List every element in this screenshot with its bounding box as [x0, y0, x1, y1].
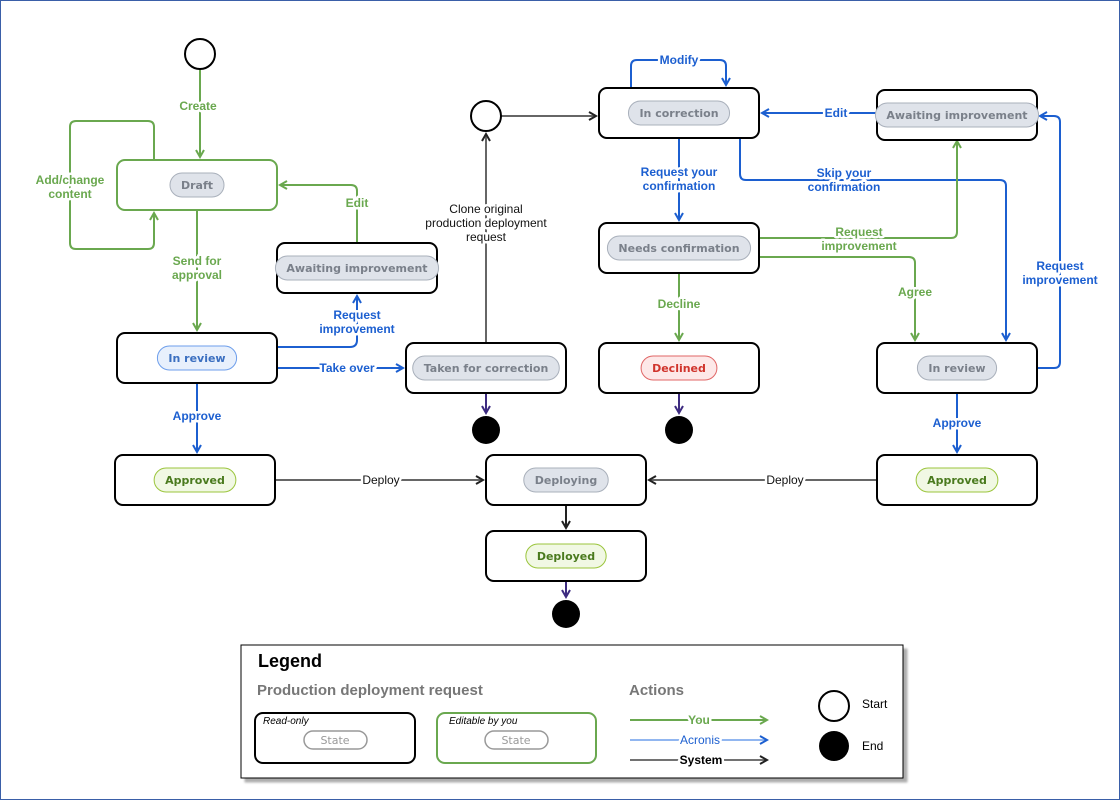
state-approved-right: Approved — [876, 454, 1038, 506]
legend-end: End — [862, 739, 883, 753]
legend-start: Start — [862, 697, 888, 711]
state-taken-for-correction: Taken for correction — [405, 342, 567, 394]
legend: Legend Production deployment request Rea… — [240, 644, 904, 779]
state-label: Awaiting improvement — [286, 262, 427, 275]
label-request-improvement-mid: Request improvement — [821, 225, 896, 253]
state-in-correction: In correction — [598, 87, 760, 139]
state-draft: Draft — [116, 159, 278, 211]
label-clone: Clone original production deployment reque… — [425, 202, 547, 244]
end-circle — [665, 416, 693, 444]
end-circle — [472, 416, 500, 444]
legend-title: Legend — [258, 651, 322, 671]
label-edit-right: Edit — [825, 106, 848, 120]
legend-editable-label: Editable by you — [449, 716, 518, 727]
state-label: Needs confirmation — [618, 242, 739, 255]
label-take-over: Take over — [319, 361, 374, 375]
state-label: Taken for correction — [424, 362, 549, 375]
state-label: Draft — [181, 179, 213, 192]
state-label: In correction — [639, 107, 718, 120]
legend-you: You — [688, 713, 710, 727]
legend-read-only-label: Read-only — [263, 716, 310, 727]
label-request-improvement-left: Request improvement — [319, 308, 394, 336]
state-needs-confirmation: Needs confirmation — [598, 222, 760, 274]
start-circle — [184, 38, 216, 70]
state-label: Deploying — [535, 474, 597, 487]
label-send-for-approval: Send for approval — [172, 254, 222, 282]
state-label: In review — [928, 362, 985, 375]
label-skip-confirmation: Skip your confirmation — [808, 166, 881, 194]
state-label: Deployed — [537, 550, 595, 563]
label-request-improvement-right: Request improvement — [1022, 259, 1097, 287]
state-declined: Declined — [598, 342, 760, 394]
label-request-confirmation: Request your confirmation — [641, 165, 718, 193]
legend-system: System — [680, 753, 723, 767]
end-circle — [552, 600, 580, 628]
label-approve-left: Approve — [173, 409, 222, 423]
label-approve-right: Approve — [933, 416, 982, 430]
legend-state-pill: State — [320, 734, 349, 747]
state-awaiting-left: Awaiting improvement — [274, 242, 440, 294]
start-circle — [470, 100, 502, 132]
label-deploy-right: Deploy — [766, 473, 803, 487]
legend-section-request: Production deployment request — [257, 682, 483, 699]
state-label: In review — [168, 352, 225, 365]
label-edit-left: Edit — [346, 196, 369, 210]
state-label: Awaiting improvement — [886, 109, 1027, 122]
state-approved-left: Approved — [114, 454, 276, 506]
state-label: Approved — [165, 474, 225, 487]
state-in-review-right: In review — [876, 342, 1038, 394]
legend-state-pill: State — [501, 734, 530, 747]
label-agree: Agree — [898, 285, 932, 299]
edge-agree — [759, 256, 915, 340]
label-deploy-left: Deploy — [362, 473, 399, 487]
state-deployed: Deployed — [485, 530, 647, 582]
legend-start-circle — [818, 690, 850, 722]
label-decline: Decline — [658, 297, 701, 311]
label-modify: Modify — [660, 53, 699, 67]
label-create: Create — [179, 99, 217, 113]
state-in-review-left: In review — [116, 332, 278, 384]
state-deploying: Deploying — [485, 454, 647, 506]
label-add-change: Add/change content — [36, 173, 105, 201]
edge-request-improvement-right — [1037, 116, 1061, 369]
legend-end-circle — [819, 731, 849, 761]
edge-edit-left — [280, 185, 358, 243]
legend-section-actions: Actions — [629, 682, 684, 699]
state-diagram: Create Add/change content Send for approva… — [33, 38, 1100, 779]
legend-acronis: Acronis — [680, 733, 720, 747]
state-awaiting-right: Awaiting improvement — [874, 89, 1040, 141]
state-label: Declined — [652, 362, 706, 375]
state-label: Approved — [927, 474, 987, 487]
